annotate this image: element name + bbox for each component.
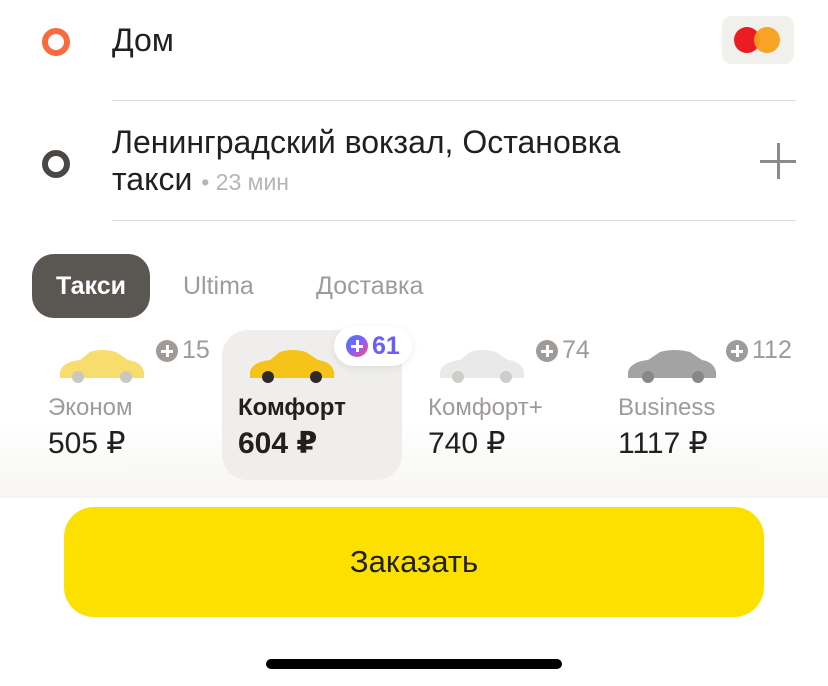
- plus-points: 74: [536, 336, 590, 365]
- plus-points-value: 61: [372, 331, 400, 360]
- plus-points: 15: [156, 336, 210, 365]
- plus-points: 112: [726, 336, 792, 365]
- origin-pin-icon: [42, 28, 70, 56]
- tariff-carousel[interactable]: Эконом 505 ₽ 15 Комфорт 604 ₽ Комфорт+ 7…: [0, 330, 828, 498]
- car-icon: [440, 350, 524, 383]
- destination-line2: такси: [112, 161, 193, 197]
- yandex-plus-icon: [726, 339, 748, 362]
- car-icon: [60, 350, 144, 383]
- origin-address[interactable]: Дом: [112, 22, 174, 59]
- tariff-price: 604 ₽: [238, 427, 318, 460]
- car-icon: [628, 350, 716, 383]
- destination-row[interactable]: Ленинградский вокзал, Остановка такси • …: [0, 100, 828, 220]
- plus-points-badge: 61: [334, 326, 412, 366]
- tariff-name: Комфорт: [238, 394, 346, 421]
- destination-address[interactable]: Ленинградский вокзал, Остановка такси • …: [112, 124, 620, 201]
- destination-pin-icon: [42, 150, 70, 178]
- destination-line1: Ленинградский вокзал, Остановка: [112, 124, 621, 160]
- divider: [112, 220, 796, 221]
- yandex-plus-icon: [536, 339, 558, 362]
- yandex-plus-icon: [156, 339, 178, 362]
- order-button[interactable]: Заказать: [64, 507, 764, 617]
- tariff-name: Эконом: [48, 394, 133, 421]
- payment-method-button[interactable]: [722, 16, 794, 64]
- tab-taxi[interactable]: Такси: [32, 254, 151, 318]
- add-stop-button[interactable]: [760, 143, 796, 179]
- mastercard-icon-circle: [754, 27, 780, 53]
- tariff-price: 740 ₽: [428, 427, 506, 460]
- tab-ultima[interactable]: Ultima: [183, 254, 254, 318]
- tariff-price: 1117 ₽: [618, 427, 708, 460]
- yandex-plus-icon: [346, 335, 368, 357]
- eta-label: • 23 мин: [201, 169, 289, 195]
- tariff-name: Business: [618, 394, 716, 421]
- origin-row[interactable]: Дом: [0, 0, 828, 84]
- tariff-price: 505 ₽: [48, 427, 126, 460]
- tariff-name: Комфорт+: [428, 394, 543, 421]
- home-indicator[interactable]: [266, 659, 562, 669]
- car-icon: [250, 350, 334, 383]
- tab-delivery[interactable]: Доставка: [316, 254, 423, 318]
